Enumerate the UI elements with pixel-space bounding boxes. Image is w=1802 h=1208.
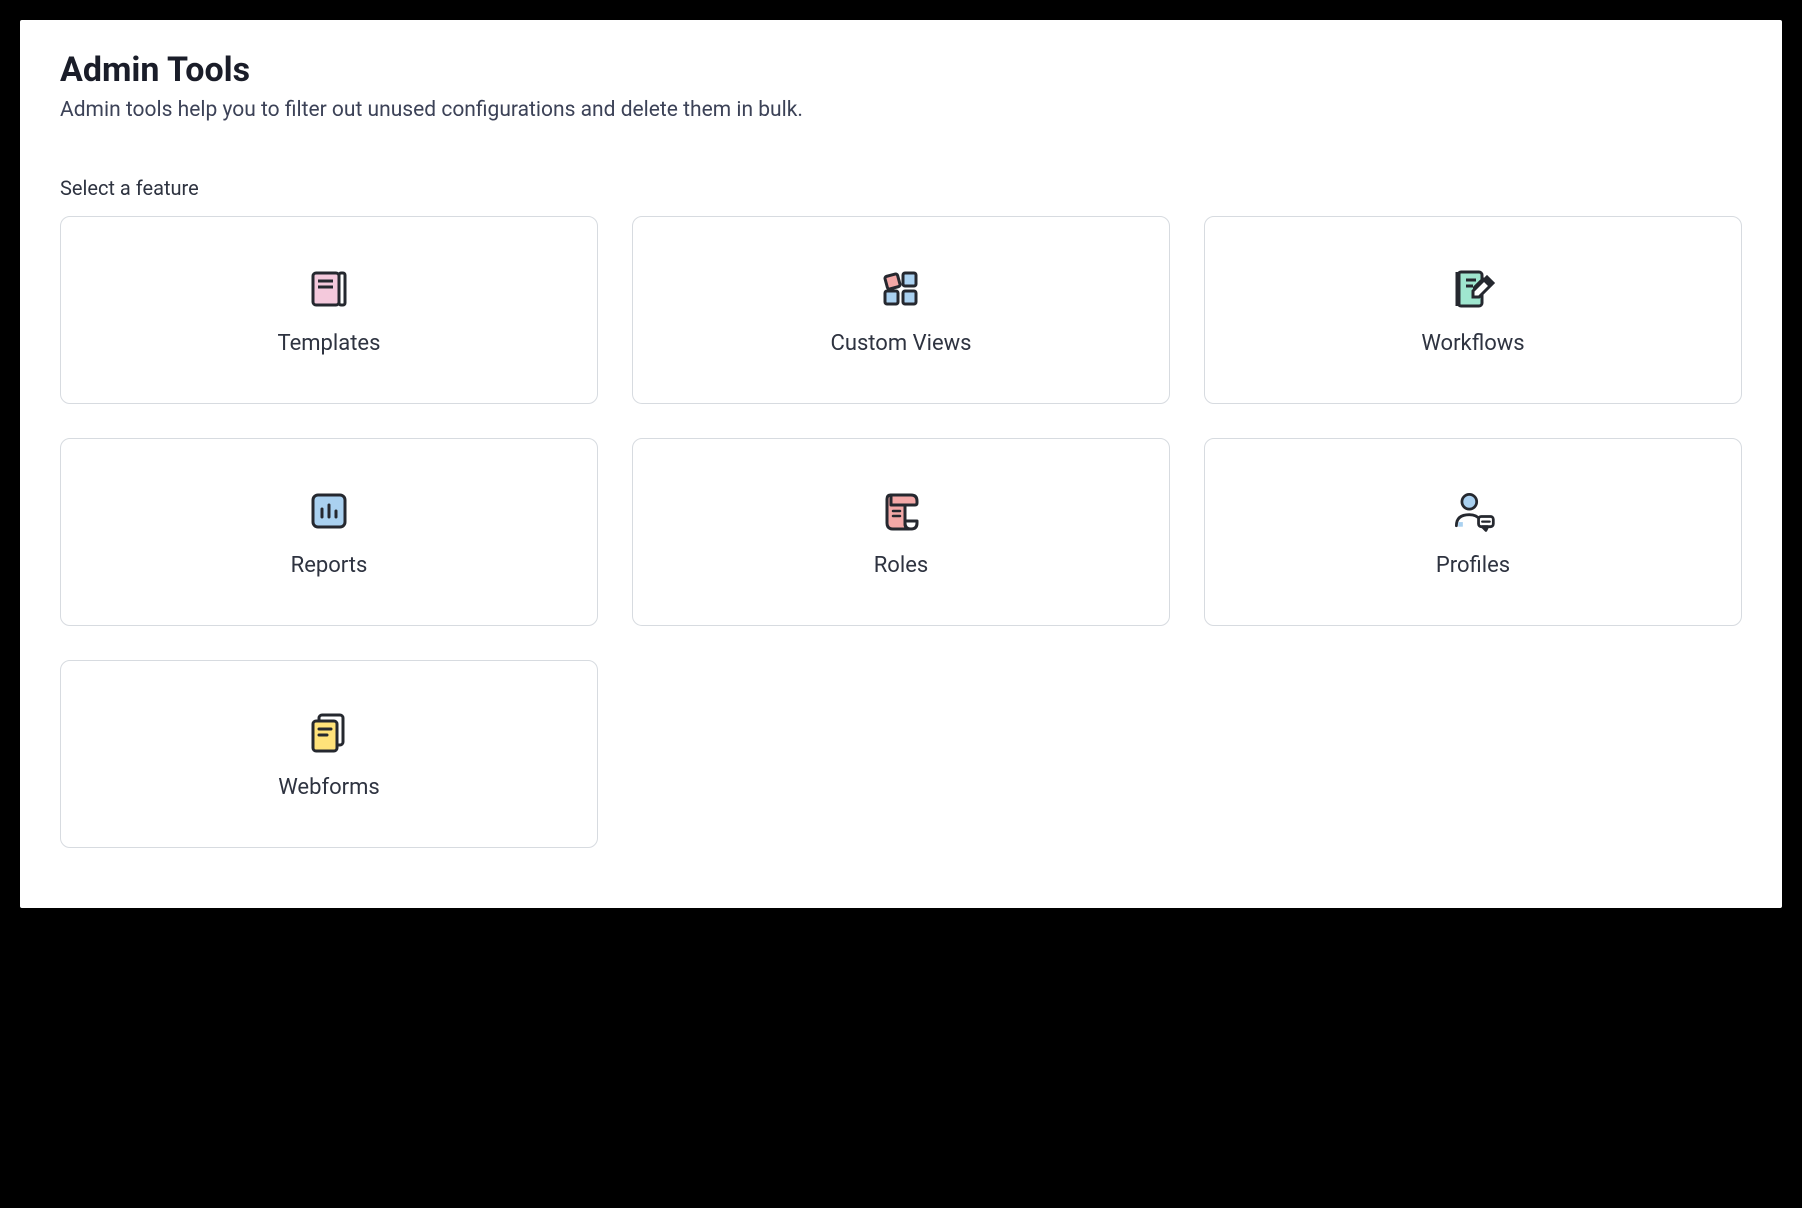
feature-label: Custom Views [831, 331, 972, 356]
custom-views-icon [877, 265, 925, 313]
feature-card-templates[interactable]: Templates [60, 216, 598, 404]
feature-label: Webforms [278, 775, 380, 800]
feature-label: Roles [874, 553, 928, 578]
reports-icon [305, 487, 353, 535]
feature-card-workflows[interactable]: Workflows [1204, 216, 1742, 404]
roles-icon [877, 487, 925, 535]
feature-card-webforms[interactable]: Webforms [60, 660, 598, 848]
page-title: Admin Tools [60, 50, 1742, 90]
workflows-icon [1449, 265, 1497, 313]
profiles-icon [1449, 487, 1497, 535]
feature-card-reports[interactable]: Reports [60, 438, 598, 626]
templates-icon [305, 265, 353, 313]
page-subtitle: Admin tools help you to filter out unuse… [60, 98, 1742, 122]
feature-card-profiles[interactable]: Profiles [1204, 438, 1742, 626]
feature-label: Templates [278, 331, 381, 356]
feature-card-custom-views[interactable]: Custom Views [632, 216, 1170, 404]
feature-grid: Templates Custom Views [60, 216, 1742, 848]
section-label: Select a feature [60, 176, 1742, 200]
feature-label: Workflows [1421, 331, 1524, 356]
webforms-icon [305, 709, 353, 757]
admin-tools-page: Admin Tools Admin tools help you to filt… [20, 20, 1782, 908]
feature-label: Reports [291, 553, 368, 578]
feature-card-roles[interactable]: Roles [632, 438, 1170, 626]
feature-label: Profiles [1436, 553, 1510, 578]
